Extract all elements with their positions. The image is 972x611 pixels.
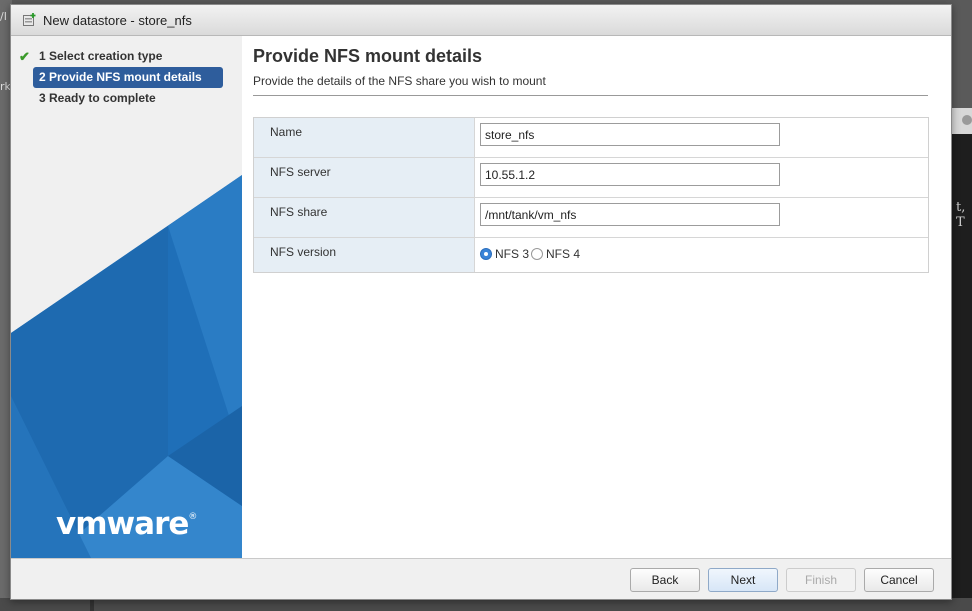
finish-button: Finish	[786, 568, 856, 592]
step-label: 3 Ready to complete	[39, 91, 156, 105]
nfs4-radio[interactable]	[531, 248, 544, 260]
label-cell: Name	[254, 118, 475, 157]
nfs-mount-form: Name NFS server NFS share NFS version	[253, 117, 929, 273]
background-window-right: t, T	[950, 108, 972, 611]
step-label: 1 Select creation type	[39, 49, 163, 63]
label-cell: NFS share	[254, 198, 475, 237]
name-input[interactable]	[480, 123, 780, 146]
wizard-content: Provide NFS mount details Provide the de…	[242, 36, 951, 558]
step-ready-to-complete[interactable]: 3 Ready to complete	[33, 88, 223, 109]
title-divider	[253, 95, 928, 96]
vmware-logo: vmware®	[56, 506, 197, 542]
page-subtitle: Provide the details of the NFS share you…	[253, 74, 546, 88]
sidebar-art	[11, 175, 242, 558]
cancel-button[interactable]: Cancel	[864, 568, 934, 592]
background-text-fragment: t, T	[956, 200, 966, 230]
form-row-nfs-version: NFS version NFS 3 NFS 4	[254, 237, 928, 272]
background-text-fragment: /I	[0, 10, 7, 23]
form-row-nfs-server: NFS server	[254, 157, 928, 197]
nfs-version-label: NFS version	[270, 245, 337, 259]
close-icon	[962, 115, 972, 125]
nfs-server-label: NFS server	[270, 165, 331, 179]
form-row-name: Name	[254, 118, 928, 157]
wizard-sidebar: ✔ 1 Select creation type 2 Provide NFS m…	[11, 36, 242, 558]
back-button[interactable]: Back	[630, 568, 700, 592]
nfs3-radio-label[interactable]: NFS 3	[495, 247, 529, 261]
nfs-share-input[interactable]	[480, 203, 780, 226]
step-provide-nfs-mount-details[interactable]: 2 Provide NFS mount details	[33, 67, 223, 88]
step-label: 2 Provide NFS mount details	[39, 70, 202, 84]
dialog-footer: Back Next Finish Cancel	[11, 558, 951, 599]
wizard-steps: ✔ 1 Select creation type 2 Provide NFS m…	[11, 46, 242, 109]
step-select-creation-type[interactable]: ✔ 1 Select creation type	[19, 46, 223, 67]
nfs-server-input[interactable]	[480, 163, 780, 186]
form-row-nfs-share: NFS share	[254, 197, 928, 237]
label-cell: NFS version	[254, 238, 475, 272]
dialog-titlebar[interactable]: New datastore - store_nfs	[11, 5, 951, 36]
new-datastore-dialog: New datastore - store_nfs ✔ 1 Select cre…	[10, 4, 952, 600]
registered-mark: ®	[188, 512, 197, 522]
background-tab-strip	[950, 108, 972, 134]
checkmark-icon: ✔	[19, 49, 30, 64]
nfs3-radio[interactable]	[480, 248, 492, 260]
nfs4-radio-label[interactable]: NFS 4	[546, 247, 580, 261]
label-cell: NFS server	[254, 158, 475, 197]
nfs-share-label: NFS share	[270, 205, 328, 219]
logo-text: vmware	[56, 506, 189, 542]
dialog-title: New datastore - store_nfs	[43, 13, 192, 28]
name-label: Name	[270, 125, 303, 139]
datastore-add-icon	[23, 13, 36, 26]
nfs-version-radio-group: NFS 3 NFS 4	[480, 247, 582, 261]
page-title: Provide NFS mount details	[253, 46, 483, 66]
next-button[interactable]: Next	[708, 568, 778, 592]
